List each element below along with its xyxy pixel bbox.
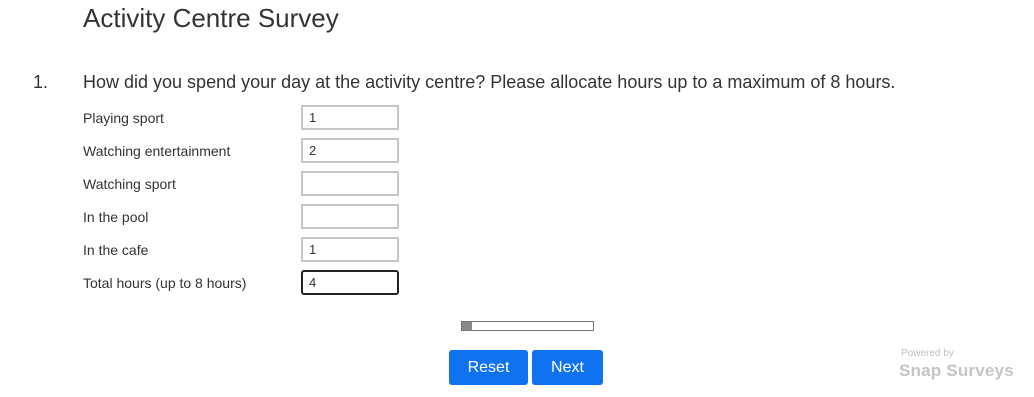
row-label: In the cafe bbox=[83, 242, 149, 258]
row-playing-sport: Playing sport bbox=[83, 105, 413, 138]
progress-bar bbox=[461, 321, 594, 331]
hours-input-watching-entertainment[interactable] bbox=[301, 138, 399, 163]
total-hours-input[interactable] bbox=[301, 270, 399, 295]
hours-input-watching-sport[interactable] bbox=[301, 171, 399, 196]
survey-page: Activity Centre Survey 1. How did you sp… bbox=[0, 0, 1034, 397]
powered-by-text: Powered by bbox=[901, 348, 954, 359]
question-number: 1. bbox=[33, 72, 49, 92]
progress-bar-fill bbox=[462, 322, 473, 330]
row-label: Playing sport bbox=[83, 110, 164, 126]
reset-button[interactable]: Reset bbox=[449, 350, 528, 385]
row-in-the-cafe: In the cafe bbox=[83, 237, 413, 270]
row-in-the-pool: In the pool bbox=[83, 204, 413, 237]
row-label: In the pool bbox=[83, 209, 149, 225]
hours-input-in-the-pool[interactable] bbox=[301, 204, 399, 229]
row-total-hours: Total hours (up to 8 hours) bbox=[83, 270, 413, 303]
row-watching-entertainment: Watching entertainment bbox=[83, 138, 413, 171]
next-button[interactable]: Next bbox=[532, 350, 603, 385]
total-label: Total hours (up to 8 hours) bbox=[83, 275, 247, 291]
hours-input-in-the-cafe[interactable] bbox=[301, 237, 399, 262]
hours-input-playing-sport[interactable] bbox=[301, 105, 399, 130]
snap-surveys-logo[interactable]: Snap Surveys bbox=[899, 361, 1014, 381]
row-label: Watching entertainment bbox=[83, 143, 231, 159]
allocation-grid: Playing sport Watching entertainment Wat… bbox=[83, 105, 413, 303]
row-label: Watching sport bbox=[83, 176, 176, 192]
row-watching-sport: Watching sport bbox=[83, 171, 413, 204]
question-text: How did you spend your day at the activi… bbox=[83, 72, 896, 92]
page-title: Activity Centre Survey bbox=[83, 3, 339, 33]
